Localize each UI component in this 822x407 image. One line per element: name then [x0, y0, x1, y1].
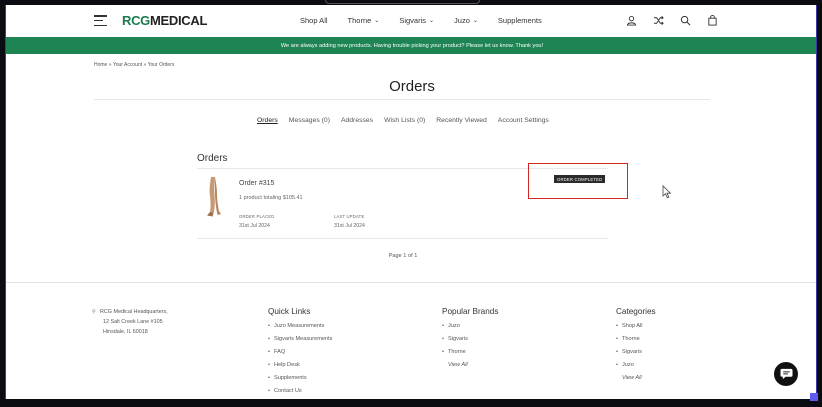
nav-item-supplements[interactable]: Supplements: [498, 16, 542, 25]
footer-link-label: Sigvaris: [448, 336, 468, 342]
breadcrumb-separator: »: [108, 62, 112, 68]
footer-link-label: Help Desk: [274, 362, 300, 368]
footer-heading: Popular Brands: [442, 307, 499, 316]
footer-link-label: Juzo: [622, 362, 634, 368]
footer-heading: Quick Links: [268, 307, 311, 316]
footer-link[interactable]: • Shop All: [616, 323, 656, 336]
breadcrumb-home[interactable]: Home: [94, 62, 107, 68]
footer-link[interactable]: • Thorne: [442, 349, 498, 362]
order-summary: 1 product totaling $105.41: [239, 195, 303, 201]
logo-brand: RCG: [122, 13, 150, 28]
breadcrumb-account[interactable]: Your Account: [113, 62, 142, 68]
footer-link-label: Thorne: [622, 336, 640, 342]
address-line: RCG Medical Headquarters,: [100, 309, 168, 315]
browser-viewport: RCGMEDICAL Shop All Thorne ⌄ Sigvaris ⌄ Ju…: [5, 5, 817, 399]
menu-icon[interactable]: [94, 15, 107, 26]
nav-item-thorne[interactable]: Thorne ⌄: [348, 16, 380, 25]
nav-item-juzo[interactable]: Juzo ⌄: [454, 16, 478, 25]
breadcrumb-separator: »: [143, 62, 147, 68]
order-number-link[interactable]: Order #315: [239, 180, 274, 187]
chat-icon: [780, 368, 792, 380]
view-all-link[interactable]: View All: [616, 375, 656, 388]
nav-label: Shop All: [300, 16, 328, 25]
tab-orders[interactable]: Orders: [257, 117, 278, 124]
chevron-down-icon: ⌄: [429, 18, 435, 24]
footer-link-label: Juzo Measurements: [274, 323, 325, 329]
order-placed-label: ORDER PLACED: [239, 214, 275, 219]
last-update-date: 31st Jul 2024: [334, 223, 365, 229]
orders-heading: Orders: [197, 153, 228, 164]
footer-popular-brands: Popular Brands • Juzo • Sigvaris • Thorne V…: [442, 307, 498, 375]
footer-link-label: Sigvaris: [622, 349, 642, 355]
announcement-banner: We are always adding new products. Havin…: [6, 37, 816, 54]
account-nav: Orders Messages (0) Addresses Wish Lists…: [257, 117, 560, 124]
footer-link-label: Contact Us: [274, 388, 302, 394]
footer-quick-links: Quick Links • Juzo Measurements • Sigvaris…: [268, 307, 332, 399]
page-title: Orders: [389, 78, 435, 95]
footer-link[interactable]: • Supplements: [268, 375, 332, 388]
nav-label: Juzo: [454, 16, 470, 25]
banner-text: We are always adding new products. Havin…: [280, 42, 544, 49]
nav-item-shop-all[interactable]: Shop All: [300, 16, 328, 25]
location-pin-icon: ⚲: [92, 309, 96, 315]
tab-addresses[interactable]: Addresses: [341, 117, 373, 124]
footer-categories: Categories • Shop All • Thorne • Sigvaris •…: [616, 307, 656, 388]
footer-link-label: Shop All: [622, 323, 643, 329]
footer-heading: Categories: [616, 307, 656, 316]
footer-link[interactable]: • FAQ: [268, 349, 332, 362]
footer-link[interactable]: • Juzo: [616, 362, 656, 375]
site-logo[interactable]: RCGMEDICAL: [122, 13, 207, 28]
status-badge: ORDER COMPLETED: [554, 175, 606, 183]
chat-widget-button[interactable]: [774, 362, 798, 386]
footer-link-label: Thorne: [448, 349, 466, 355]
view-all-link[interactable]: View All: [442, 362, 498, 375]
nav-label: Sigvaris: [399, 16, 427, 25]
corner-marker: [810, 393, 818, 401]
footer-link[interactable]: • Juzo Measurements: [268, 323, 332, 336]
footer-link[interactable]: • Sigvaris: [616, 349, 656, 362]
footer-link-label: Juzo: [448, 323, 460, 329]
chevron-down-icon: ⌄: [472, 18, 478, 24]
bag-icon[interactable]: [706, 14, 718, 26]
pagination: Page 1 of 1: [388, 253, 418, 259]
divider: [94, 99, 710, 100]
footer-link-label: Supplements: [274, 375, 307, 381]
mouse-cursor-icon: [662, 185, 672, 199]
screen-bottom-bar: [0, 399, 822, 407]
last-update-label: LAST UPDATE: [334, 214, 365, 219]
chevron-down-icon: ⌄: [374, 18, 380, 24]
tab-wish-lists[interactable]: Wish Lists (0): [384, 117, 425, 124]
logo-suffix: MEDICAL: [150, 13, 208, 28]
footer-link-label: Sigvaris Measurements: [274, 336, 333, 342]
breadcrumb: Home » Your Account » Your Orders: [94, 62, 174, 68]
window-tab-notch: [325, 0, 480, 4]
tab-recently-viewed[interactable]: Recently Viewed: [436, 117, 487, 124]
main-nav: Shop All Thorne ⌄ Sigvaris ⌄ Juzo ⌄ Supplem…: [300, 16, 562, 25]
site-header: RCGMEDICAL Shop All Thorne ⌄ Sigvaris ⌄ Ju…: [6, 5, 816, 37]
account-icon[interactable]: [625, 14, 637, 26]
footer-link[interactable]: • Juzo: [442, 323, 498, 336]
footer-link[interactable]: • Sigvaris: [442, 336, 498, 349]
footer-link[interactable]: • Sigvaris Measurements: [268, 336, 332, 349]
nav-label: Thorne: [347, 16, 372, 25]
address-line: Hinsdale, IL 60018: [103, 329, 148, 335]
tab-account-settings[interactable]: Account Settings: [498, 117, 549, 124]
nav-label: Supplements: [497, 16, 542, 25]
tab-messages[interactable]: Messages (0): [289, 117, 330, 124]
nav-item-sigvaris[interactable]: Sigvaris ⌄: [399, 16, 434, 25]
divider: [197, 238, 608, 239]
search-icon[interactable]: [679, 14, 691, 26]
order-placed-date: 31st Jul 2024: [239, 223, 270, 229]
shuffle-icon[interactable]: [652, 14, 664, 26]
breadcrumb-orders: Your Orders: [147, 62, 175, 68]
header-actions: [625, 14, 718, 26]
footer-address: ⚲ RCG Medical Headquarters, 12 Salt Creek…: [92, 307, 168, 337]
address-line: 12 Salt Creek Lane #105: [103, 319, 163, 325]
footer-link[interactable]: • Contact Us: [268, 388, 332, 399]
product-thumbnail[interactable]: [202, 176, 224, 218]
footer-link[interactable]: • Help Desk: [268, 362, 332, 375]
footer-link[interactable]: • Thorne: [616, 336, 656, 349]
divider: [6, 282, 816, 283]
footer-link-label: FAQ: [274, 349, 286, 355]
